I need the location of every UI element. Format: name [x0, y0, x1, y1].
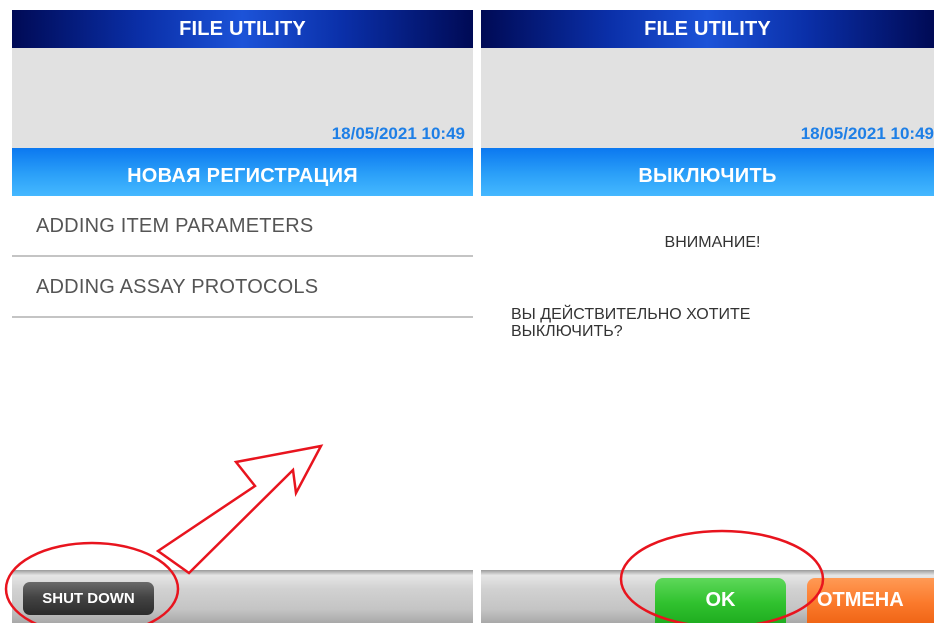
menu-item-adding-item-parameters[interactable]: ADDING ITEM PARAMETERS: [12, 196, 473, 257]
ok-button[interactable]: OK: [655, 578, 786, 623]
shut-down-button[interactable]: SHUT DOWN: [23, 582, 154, 615]
datetime-display: 18/05/2021 10:49: [331, 124, 465, 143]
bottom-toolbar: SHUT DOWN: [12, 570, 473, 623]
file-utility-screen-left: FILE UTILITY 18/05/2021 10:49 НОВАЯ РЕГИ…: [12, 0, 473, 623]
dialog-title: ВЫКЛЮЧИТЬ: [481, 148, 934, 196]
bottom-toolbar: OK ОТМЕНА: [481, 570, 934, 623]
file-utility-screen-right: FILE UTILITY 18/05/2021 10:49 ВЫКЛЮЧИТЬ …: [481, 0, 934, 623]
datetime-display: 18/05/2021 10:49: [800, 124, 934, 143]
window-title: FILE UTILITY: [12, 10, 473, 48]
section-title: НОВАЯ РЕГИСТРАЦИЯ: [12, 148, 473, 196]
menu-list: ADDING ITEM PARAMETERS ADDING ASSAY PROT…: [12, 196, 473, 318]
status-area: 18/05/2021 10:49: [12, 48, 473, 148]
menu-item-adding-assay-protocols[interactable]: ADDING ASSAY PROTOCOLS: [12, 257, 473, 318]
screenshot-stage: FILE UTILITY 18/05/2021 10:49 НОВАЯ РЕГИ…: [0, 0, 934, 623]
cancel-button[interactable]: ОТМЕНА: [807, 578, 934, 623]
dialog-warning-text: ВНИМАНИЕ!: [664, 234, 761, 251]
status-area: 18/05/2021 10:49: [481, 48, 934, 148]
window-title: FILE UTILITY: [481, 10, 934, 48]
dialog-question-text: ВЫ ДЕЙСТВИТЕЛЬНО ХОТИТЕ ВЫКЛЮЧИТЬ?: [511, 306, 751, 340]
